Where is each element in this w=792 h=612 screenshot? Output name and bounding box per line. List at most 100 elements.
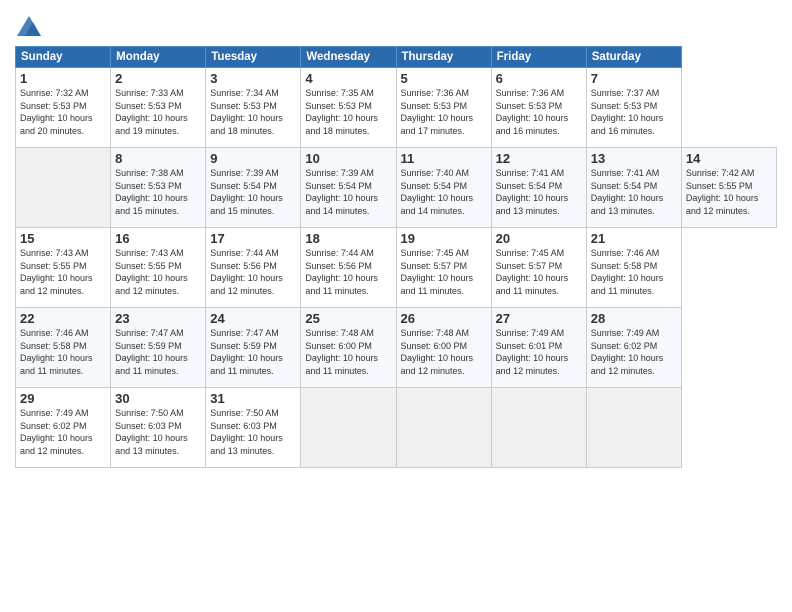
calendar-cell	[301, 388, 396, 468]
calendar-cell: 9Sunrise: 7:39 AM Sunset: 5:54 PM Daylig…	[206, 148, 301, 228]
day-info: Sunrise: 7:50 AM Sunset: 6:03 PM Dayligh…	[210, 407, 296, 457]
day-number: 31	[210, 391, 296, 406]
day-info: Sunrise: 7:40 AM Sunset: 5:54 PM Dayligh…	[401, 167, 487, 217]
day-info: Sunrise: 7:43 AM Sunset: 5:55 PM Dayligh…	[20, 247, 106, 297]
calendar-header-monday: Monday	[111, 47, 206, 68]
page-container: SundayMondayTuesdayWednesdayThursdayFrid…	[0, 0, 792, 476]
calendar-week-row: 15Sunrise: 7:43 AM Sunset: 5:55 PM Dayli…	[16, 228, 777, 308]
day-info: Sunrise: 7:46 AM Sunset: 5:58 PM Dayligh…	[20, 327, 106, 377]
day-number: 20	[496, 231, 582, 246]
calendar-cell: 4Sunrise: 7:35 AM Sunset: 5:53 PM Daylig…	[301, 68, 396, 148]
calendar-cell: 6Sunrise: 7:36 AM Sunset: 5:53 PM Daylig…	[491, 68, 586, 148]
day-info: Sunrise: 7:46 AM Sunset: 5:58 PM Dayligh…	[591, 247, 677, 297]
calendar-cell	[16, 148, 111, 228]
day-number: 12	[496, 151, 582, 166]
calendar-week-row: 8Sunrise: 7:38 AM Sunset: 5:53 PM Daylig…	[16, 148, 777, 228]
calendar-cell: 8Sunrise: 7:38 AM Sunset: 5:53 PM Daylig…	[111, 148, 206, 228]
calendar-cell: 5Sunrise: 7:36 AM Sunset: 5:53 PM Daylig…	[396, 68, 491, 148]
day-info: Sunrise: 7:48 AM Sunset: 6:00 PM Dayligh…	[401, 327, 487, 377]
day-number: 9	[210, 151, 296, 166]
calendar-header-saturday: Saturday	[586, 47, 681, 68]
day-info: Sunrise: 7:37 AM Sunset: 5:53 PM Dayligh…	[591, 87, 677, 137]
day-number: 10	[305, 151, 391, 166]
day-number: 3	[210, 71, 296, 86]
day-number: 30	[115, 391, 201, 406]
day-info: Sunrise: 7:49 AM Sunset: 6:02 PM Dayligh…	[591, 327, 677, 377]
day-info: Sunrise: 7:36 AM Sunset: 5:53 PM Dayligh…	[401, 87, 487, 137]
day-number: 16	[115, 231, 201, 246]
calendar-cell: 2Sunrise: 7:33 AM Sunset: 5:53 PM Daylig…	[111, 68, 206, 148]
day-number: 8	[115, 151, 201, 166]
calendar-cell: 29Sunrise: 7:49 AM Sunset: 6:02 PM Dayli…	[16, 388, 111, 468]
day-number: 21	[591, 231, 677, 246]
calendar-cell: 30Sunrise: 7:50 AM Sunset: 6:03 PM Dayli…	[111, 388, 206, 468]
day-info: Sunrise: 7:50 AM Sunset: 6:03 PM Dayligh…	[115, 407, 201, 457]
day-info: Sunrise: 7:39 AM Sunset: 5:54 PM Dayligh…	[305, 167, 391, 217]
calendar-header-sunday: Sunday	[16, 47, 111, 68]
day-number: 13	[591, 151, 677, 166]
calendar-cell: 31Sunrise: 7:50 AM Sunset: 6:03 PM Dayli…	[206, 388, 301, 468]
calendar-cell: 22Sunrise: 7:46 AM Sunset: 5:58 PM Dayli…	[16, 308, 111, 388]
day-number: 2	[115, 71, 201, 86]
calendar-header-friday: Friday	[491, 47, 586, 68]
calendar-cell: 19Sunrise: 7:45 AM Sunset: 5:57 PM Dayli…	[396, 228, 491, 308]
day-info: Sunrise: 7:35 AM Sunset: 5:53 PM Dayligh…	[305, 87, 391, 137]
day-number: 19	[401, 231, 487, 246]
day-number: 26	[401, 311, 487, 326]
day-number: 24	[210, 311, 296, 326]
calendar-cell: 26Sunrise: 7:48 AM Sunset: 6:00 PM Dayli…	[396, 308, 491, 388]
day-info: Sunrise: 7:41 AM Sunset: 5:54 PM Dayligh…	[496, 167, 582, 217]
calendar-cell: 16Sunrise: 7:43 AM Sunset: 5:55 PM Dayli…	[111, 228, 206, 308]
calendar-cell: 25Sunrise: 7:48 AM Sunset: 6:00 PM Dayli…	[301, 308, 396, 388]
calendar-cell: 1Sunrise: 7:32 AM Sunset: 5:53 PM Daylig…	[16, 68, 111, 148]
calendar-cell: 28Sunrise: 7:49 AM Sunset: 6:02 PM Dayli…	[586, 308, 681, 388]
calendar-cell: 20Sunrise: 7:45 AM Sunset: 5:57 PM Dayli…	[491, 228, 586, 308]
calendar-week-row: 22Sunrise: 7:46 AM Sunset: 5:58 PM Dayli…	[16, 308, 777, 388]
calendar-cell: 24Sunrise: 7:47 AM Sunset: 5:59 PM Dayli…	[206, 308, 301, 388]
day-info: Sunrise: 7:36 AM Sunset: 5:53 PM Dayligh…	[496, 87, 582, 137]
day-info: Sunrise: 7:49 AM Sunset: 6:02 PM Dayligh…	[20, 407, 106, 457]
calendar-header-tuesday: Tuesday	[206, 47, 301, 68]
day-number: 22	[20, 311, 106, 326]
day-info: Sunrise: 7:41 AM Sunset: 5:54 PM Dayligh…	[591, 167, 677, 217]
day-number: 15	[20, 231, 106, 246]
day-info: Sunrise: 7:45 AM Sunset: 5:57 PM Dayligh…	[401, 247, 487, 297]
calendar-cell: 7Sunrise: 7:37 AM Sunset: 5:53 PM Daylig…	[586, 68, 681, 148]
day-info: Sunrise: 7:45 AM Sunset: 5:57 PM Dayligh…	[496, 247, 582, 297]
day-info: Sunrise: 7:43 AM Sunset: 5:55 PM Dayligh…	[115, 247, 201, 297]
calendar-week-row: 29Sunrise: 7:49 AM Sunset: 6:02 PM Dayli…	[16, 388, 777, 468]
day-info: Sunrise: 7:49 AM Sunset: 6:01 PM Dayligh…	[496, 327, 582, 377]
day-number: 18	[305, 231, 391, 246]
day-info: Sunrise: 7:44 AM Sunset: 5:56 PM Dayligh…	[210, 247, 296, 297]
day-info: Sunrise: 7:47 AM Sunset: 5:59 PM Dayligh…	[210, 327, 296, 377]
day-number: 1	[20, 71, 106, 86]
calendar-cell: 18Sunrise: 7:44 AM Sunset: 5:56 PM Dayli…	[301, 228, 396, 308]
day-number: 7	[591, 71, 677, 86]
calendar-cell: 17Sunrise: 7:44 AM Sunset: 5:56 PM Dayli…	[206, 228, 301, 308]
day-info: Sunrise: 7:47 AM Sunset: 5:59 PM Dayligh…	[115, 327, 201, 377]
day-info: Sunrise: 7:32 AM Sunset: 5:53 PM Dayligh…	[20, 87, 106, 137]
day-number: 29	[20, 391, 106, 406]
calendar-header-row: SundayMondayTuesdayWednesdayThursdayFrid…	[16, 47, 777, 68]
calendar-cell: 12Sunrise: 7:41 AM Sunset: 5:54 PM Dayli…	[491, 148, 586, 228]
day-info: Sunrise: 7:39 AM Sunset: 5:54 PM Dayligh…	[210, 167, 296, 217]
calendar-cell: 21Sunrise: 7:46 AM Sunset: 5:58 PM Dayli…	[586, 228, 681, 308]
day-number: 11	[401, 151, 487, 166]
calendar-cell: 10Sunrise: 7:39 AM Sunset: 5:54 PM Dayli…	[301, 148, 396, 228]
day-number: 27	[496, 311, 582, 326]
day-number: 6	[496, 71, 582, 86]
calendar-table: SundayMondayTuesdayWednesdayThursdayFrid…	[15, 46, 777, 468]
calendar-cell: 14Sunrise: 7:42 AM Sunset: 5:55 PM Dayli…	[681, 148, 776, 228]
day-number: 14	[686, 151, 772, 166]
day-info: Sunrise: 7:42 AM Sunset: 5:55 PM Dayligh…	[686, 167, 772, 217]
day-number: 23	[115, 311, 201, 326]
calendar-cell: 13Sunrise: 7:41 AM Sunset: 5:54 PM Dayli…	[586, 148, 681, 228]
day-info: Sunrise: 7:48 AM Sunset: 6:00 PM Dayligh…	[305, 327, 391, 377]
day-number: 28	[591, 311, 677, 326]
calendar-cell	[491, 388, 586, 468]
calendar-cell: 3Sunrise: 7:34 AM Sunset: 5:53 PM Daylig…	[206, 68, 301, 148]
day-number: 5	[401, 71, 487, 86]
calendar-cell: 15Sunrise: 7:43 AM Sunset: 5:55 PM Dayli…	[16, 228, 111, 308]
calendar-cell	[396, 388, 491, 468]
calendar-cell: 23Sunrise: 7:47 AM Sunset: 5:59 PM Dayli…	[111, 308, 206, 388]
